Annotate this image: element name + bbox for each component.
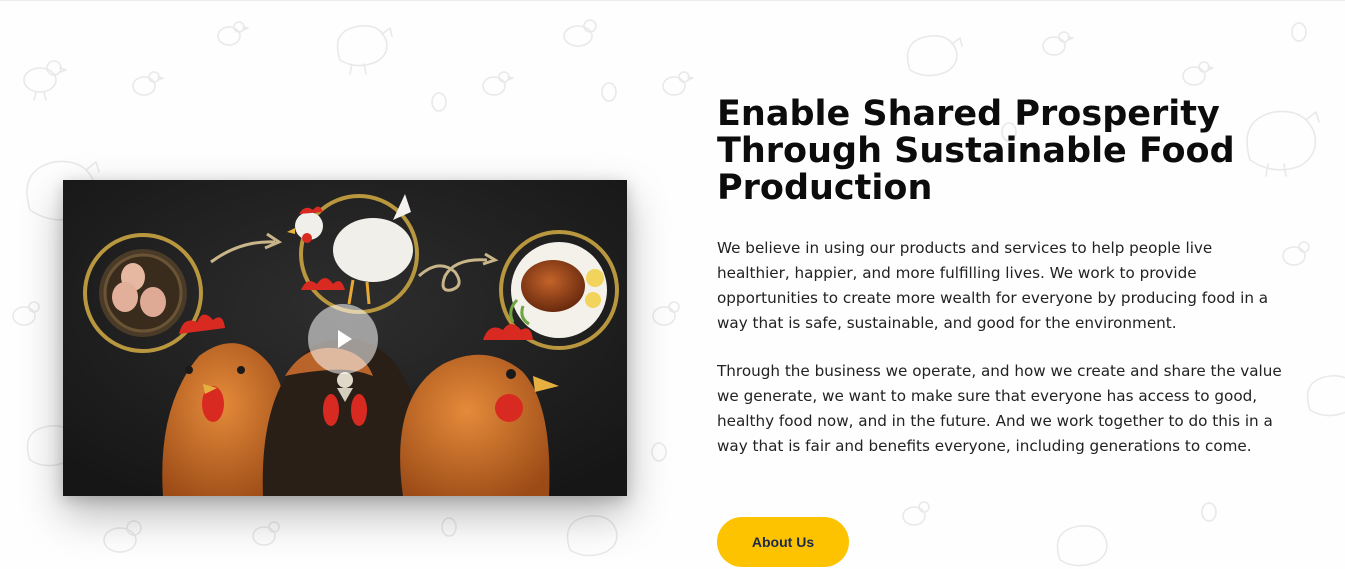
- intro-paragraph: We believe in using our products and ser…: [717, 239, 1269, 332]
- play-icon[interactable]: [338, 330, 352, 348]
- play-button[interactable]: [308, 304, 378, 374]
- about-us-button[interactable]: About Us: [717, 517, 849, 567]
- egg-nest-icon: [83, 233, 203, 353]
- mission-paragraph: Through the business we operate, and how…: [717, 362, 1282, 455]
- content-column: Enable Shared Prosperity Through Sustain…: [717, 96, 1297, 459]
- video-thumbnail[interactable]: [63, 180, 627, 496]
- top-divider: [0, 0, 1345, 1]
- section-headline: Enable Shared Prosperity Through Sustain…: [717, 94, 1235, 208]
- about-section: Enable Shared Prosperity Through Sustain…: [0, 0, 1345, 569]
